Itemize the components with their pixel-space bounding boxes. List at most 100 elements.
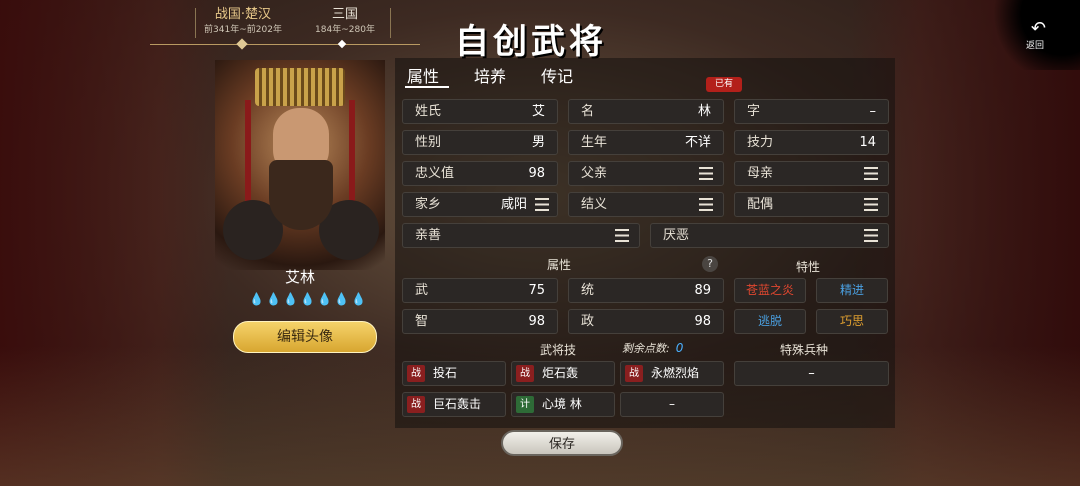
era-name: 战国·楚汉 <box>214 7 272 22</box>
trait-item[interactable]: 巧思 <box>816 309 888 334</box>
water-drop-icon: 💧 <box>283 292 298 306</box>
father-field[interactable]: 父亲 <box>568 161 724 186</box>
water-drop-icon: 💧 <box>266 292 281 306</box>
remaining-points-label: 剩余点数: <box>622 342 670 355</box>
skill-slot[interactable]: 战 巨石轰击 <box>402 392 506 417</box>
field-label: 姓氏 <box>415 104 442 119</box>
field-value: 咸阳 <box>500 197 527 212</box>
spouse-field[interactable]: 配偶 <box>734 192 889 217</box>
edit-avatar-button[interactable]: 编辑头像 <box>233 321 377 353</box>
field-label: 武 <box>415 283 429 298</box>
field-value: 98 <box>528 166 545 181</box>
skill-type-tag: 战 <box>407 396 425 413</box>
skill-power-field: 技力 14 <box>734 130 889 155</box>
hometown-field[interactable]: 家乡 咸阳 <box>402 192 558 217</box>
skill-slot[interactable]: 战 永燃烈焰 <box>620 361 724 386</box>
given-name-field[interactable]: 名 林 <box>568 99 724 124</box>
field-label: 生年 <box>581 135 608 150</box>
era-bracket-right <box>390 8 391 38</box>
skill-slot[interactable]: 战 炬石轰 <box>511 361 615 386</box>
skill-slot[interactable]: 计 心境 林 <box>511 392 615 417</box>
skill-name: 心境 林 <box>542 397 582 411</box>
menu-icon[interactable] <box>699 198 713 211</box>
field-label: 字 <box>747 104 761 119</box>
mother-field[interactable]: 母亲 <box>734 161 889 186</box>
field-value: 不详 <box>684 135 711 150</box>
war-stat[interactable]: 武 75 <box>402 278 558 303</box>
field-label: 结义 <box>581 197 608 212</box>
skill-type-tag: 战 <box>625 365 643 382</box>
birth-year-field[interactable]: 生年 不详 <box>568 130 724 155</box>
leadership-stat[interactable]: 统 89 <box>568 278 724 303</box>
loyalty-field[interactable]: 忠义值 98 <box>402 161 558 186</box>
trait-item[interactable]: 苍蓝之炎 <box>734 278 806 303</box>
courtesy-name-field[interactable]: 字 – <box>734 99 889 124</box>
skill-name: 投石 <box>433 366 458 380</box>
tab-biography[interactable]: 传记 <box>541 63 573 87</box>
water-drop-icon: 💧 <box>334 292 349 306</box>
skill-slot[interactable]: 战 投石 <box>402 361 506 386</box>
remaining-points-value: 0 <box>675 341 684 355</box>
likes-field[interactable]: 亲善 <box>402 223 640 248</box>
crown <box>255 68 345 106</box>
skill-type-tag: 战 <box>407 365 425 382</box>
field-label: 技力 <box>747 135 774 150</box>
field-label: 厌恶 <box>663 228 690 243</box>
skill-type-tag: 计 <box>516 396 534 413</box>
tab-attributes[interactable]: 属性 <box>407 63 439 87</box>
beard <box>269 160 333 230</box>
water-drop-icon: 💧 <box>317 292 332 306</box>
menu-icon[interactable] <box>864 229 878 242</box>
field-value: 男 <box>531 135 545 150</box>
skills-title: 武将技 <box>540 343 577 357</box>
field-label: 性别 <box>415 135 442 150</box>
remaining-points: 剩余点数: 0 <box>622 340 683 356</box>
trait-item[interactable]: 逃脱 <box>734 309 806 334</box>
field-label: 名 <box>581 104 595 119</box>
intelligence-stat[interactable]: 智 98 <box>402 309 558 334</box>
field-label: 母亲 <box>747 166 774 181</box>
character-name: 艾林 <box>284 268 315 286</box>
return-arrow-icon: ↶ <box>1030 18 1046 39</box>
field-label: 配偶 <box>747 197 774 212</box>
special-troop-title: 特殊兵种 <box>780 343 829 357</box>
skill-slot-empty[interactable]: – <box>620 392 724 417</box>
field-value: 林 <box>697 104 711 119</box>
avatar <box>215 60 385 270</box>
rating-drops: 💧 💧 💧 💧 💧 💧 💧 <box>242 290 372 308</box>
menu-icon[interactable] <box>864 167 878 180</box>
save-button[interactable]: 保存 <box>501 430 623 456</box>
page-title: 自创武将 <box>455 22 607 62</box>
field-label: 智 <box>415 314 429 329</box>
return-button[interactable]: ↶ 返回 <box>990 0 1080 70</box>
traits-title: 特性 <box>796 260 821 274</box>
special-troop-slot[interactable]: – <box>734 361 889 386</box>
era-years: 前341年~前202年 <box>204 25 282 35</box>
water-drop-icon: 💧 <box>249 292 264 306</box>
era-bracket-left <box>195 8 196 38</box>
field-value: 14 <box>859 135 876 150</box>
tab-training[interactable]: 培养 <box>474 63 506 87</box>
menu-icon[interactable] <box>699 167 713 180</box>
field-label: 统 <box>581 283 595 298</box>
politics-stat[interactable]: 政 98 <box>568 309 724 334</box>
field-value: 75 <box>528 283 545 298</box>
field-label: 家乡 <box>415 197 442 212</box>
field-label: 父亲 <box>581 166 608 181</box>
gender-field[interactable]: 性别 男 <box>402 130 558 155</box>
field-value: 98 <box>528 314 545 329</box>
help-icon[interactable]: ? <box>702 256 718 272</box>
return-label: 返回 <box>1025 41 1044 51</box>
attributes-title: 属性 <box>547 258 572 272</box>
field-value: 艾 <box>531 104 545 119</box>
menu-icon[interactable] <box>535 198 549 211</box>
trait-item[interactable]: 精进 <box>816 278 888 303</box>
dislikes-field[interactable]: 厌恶 <box>650 223 889 248</box>
field-value: 98 <box>694 314 711 329</box>
tab-active-underline <box>405 86 449 88</box>
menu-icon[interactable] <box>864 198 878 211</box>
surname-field[interactable]: 姓氏 艾 <box>402 99 558 124</box>
sworn-sibling-field[interactable]: 结义 <box>568 192 724 217</box>
menu-icon[interactable] <box>615 229 629 242</box>
field-label: 亲善 <box>415 228 442 243</box>
